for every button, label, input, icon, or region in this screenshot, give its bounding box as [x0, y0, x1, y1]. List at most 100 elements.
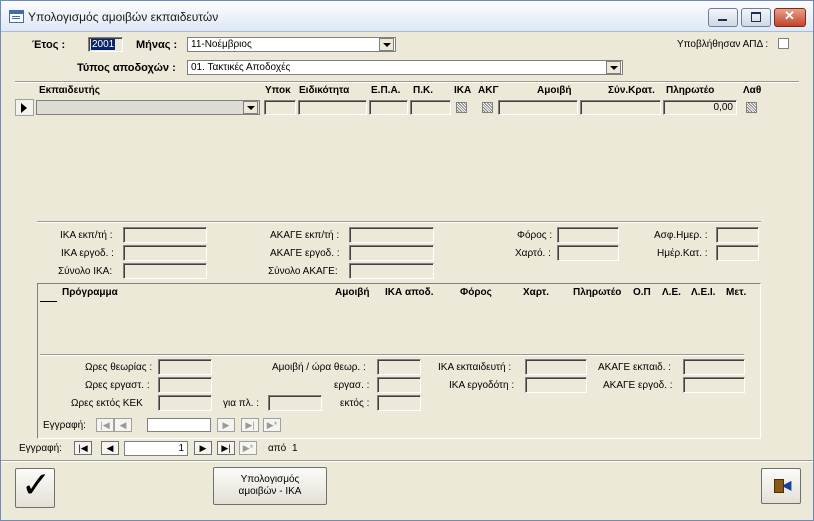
outside-kek-field[interactable] — [158, 395, 212, 411]
payable-value: 0,00 — [713, 102, 733, 113]
for-pl-field[interactable] — [268, 395, 322, 411]
record-number-field[interactable]: 1 — [124, 441, 188, 456]
sub-new-record-button[interactable]: ▶* — [263, 418, 281, 432]
month-value: 11-Νοέμβριος — [191, 39, 252, 50]
calculate-fees-button[interactable]: Υπολογισμός αμοιβών - ΙΚΑ — [213, 467, 327, 505]
outside-fee-field[interactable] — [377, 395, 421, 411]
ika-checkbox[interactable] — [456, 102, 467, 113]
ika-employer2-field[interactable] — [525, 377, 587, 393]
last-record-button[interactable]: ▶| — [217, 441, 235, 455]
window-title: Υπολογισμός αμοιβών εκπαιδευτών — [28, 10, 219, 24]
ika-employer2-label: ΙΚΑ εργοδότη : — [449, 380, 515, 391]
fee-theory-field[interactable] — [377, 359, 421, 375]
apd-checkbox[interactable] — [778, 38, 789, 49]
col-epa: Ε.Π.Α. — [371, 85, 401, 96]
sub-next-record-button[interactable]: ▶ — [217, 418, 235, 432]
first-record-button[interactable]: |◀ — [74, 441, 92, 455]
col-specialty: Ειδικότητα — [299, 85, 350, 96]
outside-fee-label: εκτός : — [340, 398, 370, 409]
payable-field[interactable]: 0,00 — [663, 100, 737, 115]
pay-type-value: 01. Τακτικές Αποδοχές — [191, 62, 291, 73]
sub-prev-record-button[interactable]: ◀ — [114, 418, 132, 432]
deductions-field[interactable] — [580, 100, 661, 115]
col-prog-le: Λ.Ε. — [662, 287, 681, 298]
record-selector[interactable] — [15, 99, 34, 116]
subform-nav-label: Εγγραφή: — [43, 420, 86, 431]
epa-field[interactable] — [369, 100, 408, 115]
akage-employer-label: ΑΚΑΓΕ εργοδ. : — [270, 248, 340, 259]
app-window: Υπολογισμός αμοιβών εκπαιδευτών ✕ Έτος :… — [0, 0, 814, 521]
pay-type-dropdown-button[interactable] — [606, 61, 621, 74]
program-row-selector[interactable] — [40, 301, 57, 302]
akage-trainer-label: ΑΚΑΓΕ εκπαιδ. : — [598, 362, 672, 373]
col-fee: Αμοιβή — [537, 85, 572, 96]
header-divider — [15, 81, 799, 83]
col-pk: Π.Κ. — [413, 85, 433, 96]
ika-emp-field[interactable] — [123, 227, 207, 243]
lab-hours-field[interactable] — [158, 377, 212, 393]
apd-label: Υποβλήθησαν ΑΠΔ : — [677, 39, 769, 50]
new-record-button[interactable]: ▶* — [239, 441, 257, 455]
akage-trainer-field[interactable] — [683, 359, 745, 375]
lab-fee-field[interactable] — [377, 377, 421, 393]
pk-field[interactable] — [410, 100, 451, 115]
col-deductions: Σύν.Κρατ. — [608, 85, 655, 96]
for-pl-label: για πλ. : — [223, 398, 260, 409]
ins-days-field[interactable] — [716, 227, 759, 243]
akg-checkbox[interactable] — [482, 102, 493, 113]
tax-field[interactable] — [557, 227, 619, 243]
ika-total-field[interactable] — [123, 263, 207, 279]
prev-record-button[interactable]: ◀ — [101, 441, 119, 455]
col-prog-tax: Φόρος — [460, 287, 492, 298]
title-bar: Υπολογισμός αμοιβών εκπαιδευτών ✕ — [1, 1, 813, 32]
outside-kek-label: Ωρες εκτός ΚΕΚ — [71, 398, 143, 409]
exit-arrow-icon: ◀ — [782, 478, 792, 492]
sub-first-record-button[interactable]: |◀ — [96, 418, 114, 432]
cat-days-field[interactable] — [716, 245, 759, 261]
col-prog-payable: Πληρωτέο — [573, 287, 622, 298]
trainer-dropdown-button[interactable] — [243, 101, 258, 114]
col-ika: ΙΚΑ — [454, 85, 472, 96]
next-record-button[interactable]: ▶ — [194, 441, 212, 455]
trainer-combo[interactable] — [36, 100, 260, 115]
error-checkbox[interactable] — [746, 102, 757, 113]
pay-type-select[interactable]: 01. Τακτικές Αποδοχές — [187, 60, 623, 75]
ika-employer-label: ΙΚΑ εργοδ. : — [61, 248, 114, 259]
sub-record-number[interactable] — [147, 418, 211, 432]
col-prog-lei: Λ.Ε.Ι. — [691, 287, 716, 298]
close-icon: ✕ — [784, 8, 795, 23]
month-dropdown-button[interactable] — [379, 38, 394, 51]
maximize-button[interactable] — [741, 8, 771, 27]
minimize-button[interactable] — [708, 8, 738, 27]
checkmark-icon: ✓ — [21, 465, 52, 506]
subcat-field[interactable] — [264, 100, 296, 115]
theory-hours-field[interactable] — [158, 359, 212, 375]
col-prog-transfer: Μετ. — [726, 287, 747, 298]
col-prog-fee: Αμοιβή — [335, 287, 370, 298]
ika-employer-field[interactable] — [123, 245, 207, 261]
akage-emp-field[interactable] — [349, 227, 434, 243]
exit-button[interactable]: ◀ — [761, 468, 801, 504]
sub-last-record-button[interactable]: ▶| — [241, 418, 259, 432]
akage-employer-field[interactable] — [349, 245, 434, 261]
month-label: Μήνας : — [136, 39, 178, 51]
close-window-button[interactable]: ✕ — [774, 8, 806, 27]
month-select[interactable]: 11-Νοέμβριος — [187, 37, 396, 52]
specialty-field[interactable] — [298, 100, 367, 115]
stamp-field[interactable] — [557, 245, 619, 261]
year-label: Έτος : — [32, 39, 66, 51]
fee-field[interactable] — [498, 100, 578, 115]
ok-button[interactable]: ✓ — [15, 465, 55, 508]
akage-employer2-field[interactable] — [683, 377, 745, 393]
year-field[interactable]: 2001 — [88, 37, 123, 52]
col-payable: Πληρωτέο — [666, 85, 715, 96]
akage-total-field[interactable] — [349, 263, 434, 279]
cat-days-label: Ημέρ.Κατ. : — [657, 248, 708, 259]
year-value: 2001 — [91, 39, 116, 50]
ika-total-label: Σύνολο ΙΚΑ: — [58, 266, 113, 277]
col-akg: ΑΚΓ — [478, 85, 499, 96]
col-subcat: Υποκ — [265, 85, 291, 96]
theory-hours-label: Ωρες θεωρίας : — [85, 362, 153, 373]
akage-emp-label: ΑΚΑΓΕ εκπ/τή : — [270, 230, 340, 241]
ika-trainer-field[interactable] — [525, 359, 587, 375]
